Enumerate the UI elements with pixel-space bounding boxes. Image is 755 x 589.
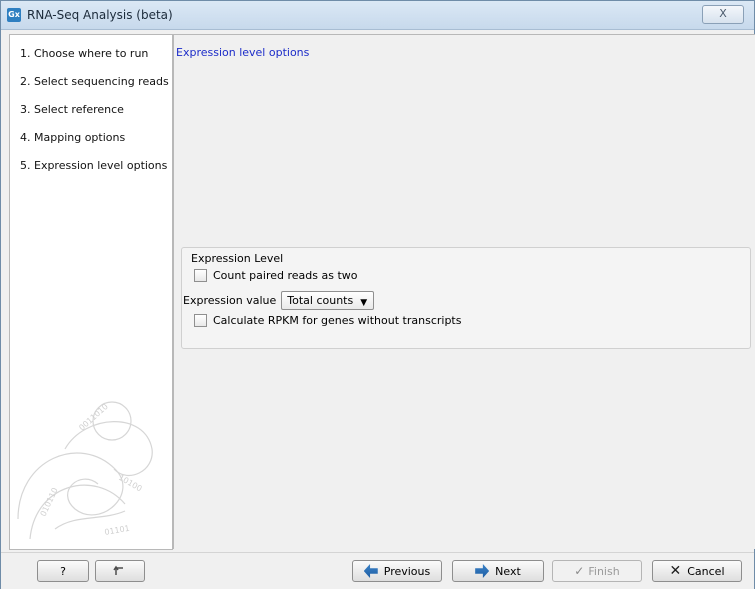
finish-button[interactable]: ✓ Finish xyxy=(552,560,642,582)
previous-label: Previous xyxy=(383,564,431,578)
cancel-button[interactable]: ✕ Cancel xyxy=(652,560,742,582)
cancel-label: Cancel xyxy=(687,564,725,578)
reset-button[interactable] xyxy=(95,560,145,582)
help-button[interactable]: ? xyxy=(37,560,89,582)
previous-button[interactable]: Previous xyxy=(352,560,442,582)
close-button[interactable]: X xyxy=(702,5,744,24)
next-label: Next xyxy=(495,564,521,578)
group-title: Expression Level xyxy=(188,252,287,265)
dialog-window: Gx RNA-Seq Analysis (beta) X 1. Choose w… xyxy=(0,0,755,589)
count-paired-row[interactable]: Count paired reads as two xyxy=(194,269,357,282)
main-panel: Expression level options Expression Leve… xyxy=(173,34,755,549)
arrow-left-icon xyxy=(363,564,378,578)
step-mapping-options[interactable]: 4. Mapping options xyxy=(20,131,125,144)
next-button[interactable]: Next xyxy=(452,560,544,582)
count-paired-checkbox[interactable] xyxy=(194,269,207,282)
expression-level-group: Expression Level Count paired reads as t… xyxy=(181,247,751,349)
svg-text:010110: 010110 xyxy=(39,486,60,517)
check-icon: ✓ xyxy=(574,564,585,578)
cancel-icon: ✕ xyxy=(669,563,682,579)
dropdown-arrow-icon: ▼ xyxy=(360,298,368,308)
arrow-right-icon xyxy=(475,564,490,578)
rpkm-checkbox[interactable] xyxy=(194,314,207,327)
expression-value-dropdown[interactable]: Total counts ▼ xyxy=(281,291,375,310)
step-select-sequencing-reads[interactable]: 2. Select sequencing reads xyxy=(20,75,169,88)
decorative-swirl-art: 0011010 010110 01101 10100 xyxy=(17,401,153,540)
expression-value-label: Expression value xyxy=(183,294,277,307)
section-title: Expression level options xyxy=(176,46,310,59)
app-icon: Gx xyxy=(7,8,21,22)
svg-text:0011010: 0011010 xyxy=(77,402,110,433)
window-title: RNA-Seq Analysis (beta) xyxy=(27,8,173,22)
step-expression-level-options[interactable]: 5. Expression level options xyxy=(20,159,167,172)
expression-value-selected: Total counts xyxy=(287,294,354,307)
expression-value-row: Expression value Total counts ▼ xyxy=(183,291,375,310)
rpkm-label: Calculate RPKM for genes without transcr… xyxy=(213,314,462,327)
wizard-steps-sidebar: 1. Choose where to run 2. Select sequenc… xyxy=(9,34,173,550)
step-select-reference[interactable]: 3. Select reference xyxy=(20,103,124,116)
step-choose-where-to-run[interactable]: 1. Choose where to run xyxy=(20,47,148,60)
count-paired-label: Count paired reads as two xyxy=(213,269,358,282)
finish-label: Finish xyxy=(588,564,620,578)
dialog-footer: ? Previous Next ✓ Finish ✕ Cancel xyxy=(1,552,754,589)
svg-text:01101: 01101 xyxy=(104,524,131,537)
undo-icon xyxy=(113,565,123,575)
title-bar: Gx RNA-Seq Analysis (beta) X xyxy=(1,1,754,30)
rpkm-row[interactable]: Calculate RPKM for genes without transcr… xyxy=(194,314,461,327)
